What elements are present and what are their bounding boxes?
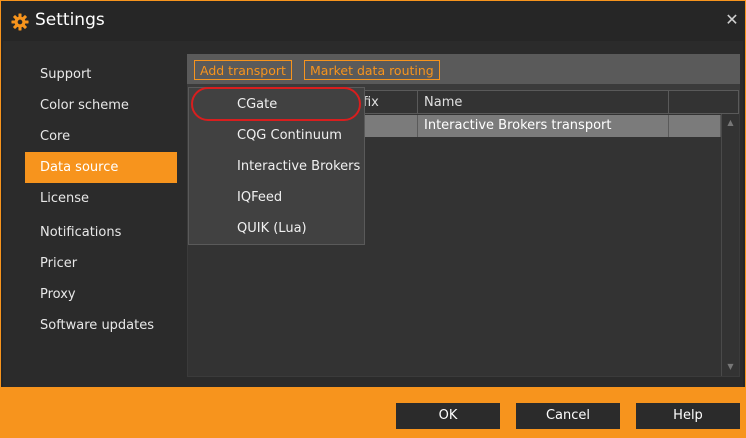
sidebar-item-pricer[interactable]: Pricer bbox=[25, 248, 177, 279]
dialog-footer: OK Cancel Help bbox=[1, 387, 746, 438]
transport-toolbar: Add transport Market data routing bbox=[187, 54, 740, 84]
sidebar-item-notifications[interactable]: Notifications bbox=[25, 217, 177, 248]
scroll-up-icon[interactable]: ▲ bbox=[722, 116, 739, 130]
title-bar: Settings ✕ bbox=[1, 1, 745, 41]
sidebar-item-core[interactable]: Core bbox=[25, 121, 177, 152]
help-button[interactable]: Help bbox=[636, 403, 740, 429]
sidebar-item-data-source[interactable]: Data source bbox=[25, 152, 177, 183]
sidebar-item-software-updates[interactable]: Software updates bbox=[25, 310, 177, 341]
gear-icon bbox=[11, 13, 29, 31]
row-name-cell[interactable]: Interactive Brokers transport bbox=[418, 115, 669, 137]
sidebar-item-support[interactable]: Support bbox=[25, 59, 177, 90]
menu-item-cgate[interactable]: CGate bbox=[189, 90, 364, 120]
sidebar-item-color-scheme[interactable]: Color scheme bbox=[25, 90, 177, 121]
grid-scrollbar[interactable]: ▲ ▼ bbox=[721, 114, 739, 376]
market-data-routing-button[interactable]: Market data routing bbox=[304, 60, 440, 80]
sidebar-item-proxy[interactable]: Proxy bbox=[25, 279, 177, 310]
settings-sidebar: Support Color scheme Core Data source Li… bbox=[25, 59, 177, 341]
column-header-extra bbox=[668, 90, 739, 114]
ok-button[interactable]: OK bbox=[396, 403, 500, 429]
settings-window: Settings ✕ Support Color scheme Core Dat… bbox=[0, 0, 746, 438]
cancel-button[interactable]: Cancel bbox=[516, 403, 620, 429]
window-title: Settings bbox=[35, 10, 105, 30]
row-extra-cell[interactable] bbox=[669, 115, 721, 137]
menu-item-cqg-continuum[interactable]: CQG Continuum bbox=[189, 121, 364, 151]
add-transport-button[interactable]: Add transport bbox=[194, 60, 292, 80]
add-transport-menu: CGate CQG Continuum Interactive Brokers … bbox=[188, 87, 365, 245]
column-header-name[interactable]: Name bbox=[417, 90, 669, 114]
sidebar-item-license[interactable]: License bbox=[25, 183, 177, 214]
menu-item-quik-lua[interactable]: QUIK (Lua) bbox=[189, 214, 364, 244]
menu-item-iqfeed[interactable]: IQFeed bbox=[189, 183, 364, 213]
scroll-down-icon[interactable]: ▼ bbox=[722, 360, 739, 374]
menu-item-interactive-brokers[interactable]: Interactive Brokers bbox=[189, 152, 364, 182]
close-icon[interactable]: ✕ bbox=[723, 11, 741, 29]
settings-content: Support Color scheme Core Data source Li… bbox=[3, 41, 743, 387]
